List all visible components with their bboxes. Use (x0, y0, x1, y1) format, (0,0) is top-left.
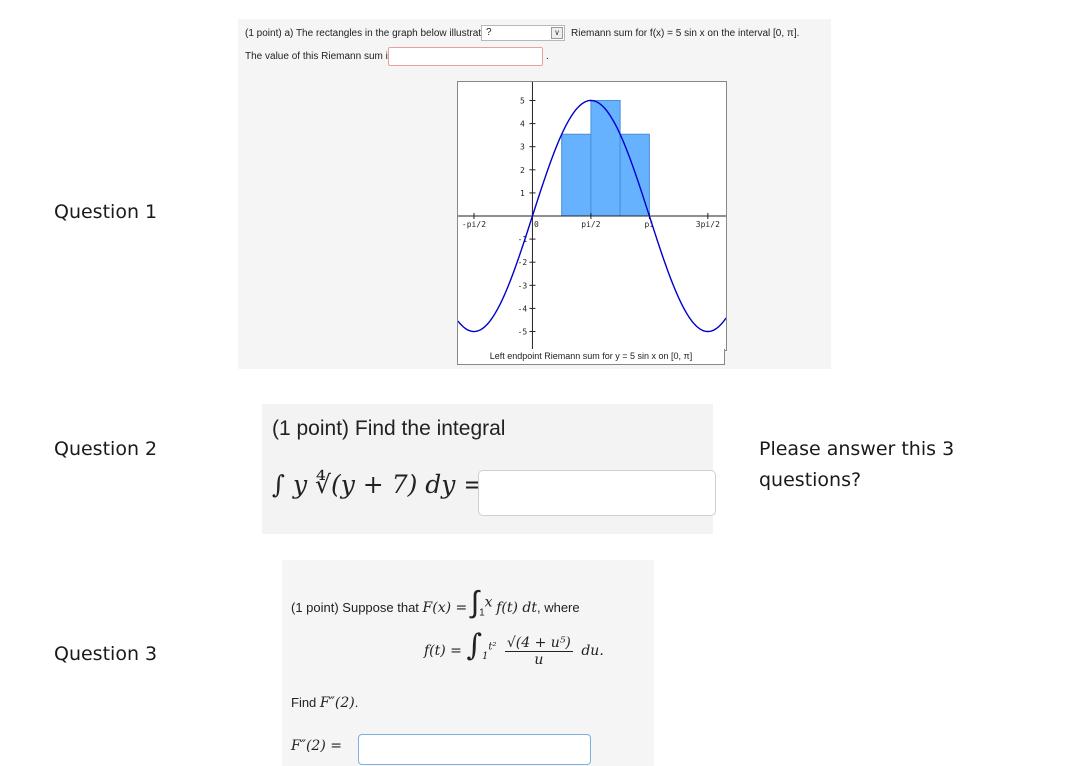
q1-value-prompt: The value of this Riemann sum is (245, 51, 393, 62)
riemann-rectangle (561, 133, 592, 217)
q3-numerator: √(4 + u⁵) (504, 634, 573, 652)
q2-integral-expression: ∫ y ∜(y + 7) dy = (272, 470, 485, 499)
y-tick-label: -3 (518, 281, 528, 290)
q3-find: Find F″(2). (291, 695, 358, 711)
integral-answer-input[interactable] (478, 470, 716, 516)
q3-fraction: √(4 + u⁵) u (504, 634, 573, 668)
question-1-panel: (1 point) a) The rectangles in the graph… (238, 19, 831, 369)
question-1-label: Question 1 (54, 201, 158, 223)
y-tick-label: -5 (518, 328, 528, 337)
q3-intro: (1 point) Suppose that (291, 600, 419, 615)
y-tick-label: 3 (520, 143, 525, 152)
q3-where: , where (536, 600, 580, 615)
q3-answer-label: F″(2) = (291, 738, 342, 754)
q1-period: . (546, 51, 549, 62)
question-3-label: Question 3 (54, 643, 158, 665)
question-3-panel: (1 point) Suppose that F(x) = ∫1x f(t) d… (282, 560, 654, 766)
y-tick-label: -4 (518, 304, 528, 313)
riemann-sum-graph: 5 4 3 2 1 -1 -2 -3 -4 -5 -pi/2 0 pi/2 pi 3pi/2 (457, 81, 727, 351)
y-tick-label: 2 (520, 166, 525, 175)
q3-int-upper: x (484, 594, 493, 611)
q3-definition: (1 point) Suppose that F(x) = ∫1x f(t) d… (291, 586, 580, 620)
q3-f-def: f(t) = (424, 643, 462, 659)
derivative-answer-input[interactable] (358, 734, 591, 765)
y-tick-label: 4 (520, 120, 525, 129)
graph-svg: 54321-1-2-3-4-5-pi/2 0 pi/2 pi 3pi/2 (457, 82, 727, 350)
q3-find-label: Find (291, 695, 317, 710)
question-2-panel: (1 point) Find the integral ∫ y ∜(y + 7)… (262, 404, 716, 534)
q3-integrand: f(t) dt (496, 600, 537, 616)
q3-find-end: . (354, 695, 359, 710)
q3-f-lower: 1 (482, 650, 489, 662)
q3-du: du. (581, 643, 604, 659)
q3-f-upper: t² (488, 641, 497, 653)
riemann-rectangle (590, 99, 621, 217)
riemann-sum-answer-input[interactable] (388, 47, 543, 66)
x-tick-label: 3pi/2 (696, 220, 720, 229)
q3-F-def: F(x) = (422, 600, 468, 616)
y-tick-label: 5 (520, 96, 525, 105)
x-tick-label: pi/2 (581, 220, 600, 229)
q2-title: (1 point) Find the integral (272, 417, 506, 440)
q3-find-expr: F″(2) (319, 695, 355, 711)
graph-caption: Left endpoint Riemann sum for y = 5 sin … (457, 349, 725, 365)
x-tick-label: 0 (534, 220, 539, 229)
q3-f-definition: f(t) = ∫1t² √(4 + u⁵) u du. (424, 628, 604, 668)
q1-intro: (1 point) a) The rectangles in the graph… (245, 28, 495, 39)
y-tick-label: -2 (518, 258, 528, 267)
y-tick-label: 1 (520, 189, 525, 198)
sum-type-select[interactable]: ? ∨ (481, 25, 565, 41)
chevron-down-icon[interactable]: ∨ (551, 27, 563, 39)
q1-rest: Riemann sum for f(x) = 5 sin x on the in… (571, 28, 800, 39)
question-2-label: Question 2 (54, 438, 158, 460)
side-note: Please answer this 3 questions? (759, 438, 955, 491)
x-tick-label: -pi/2 (462, 220, 486, 229)
integral-sign: ∫ (470, 586, 480, 619)
q3-denominator: u (534, 651, 544, 668)
sum-type-selected: ? (486, 27, 492, 38)
integral-sign: ∫ (466, 628, 483, 663)
